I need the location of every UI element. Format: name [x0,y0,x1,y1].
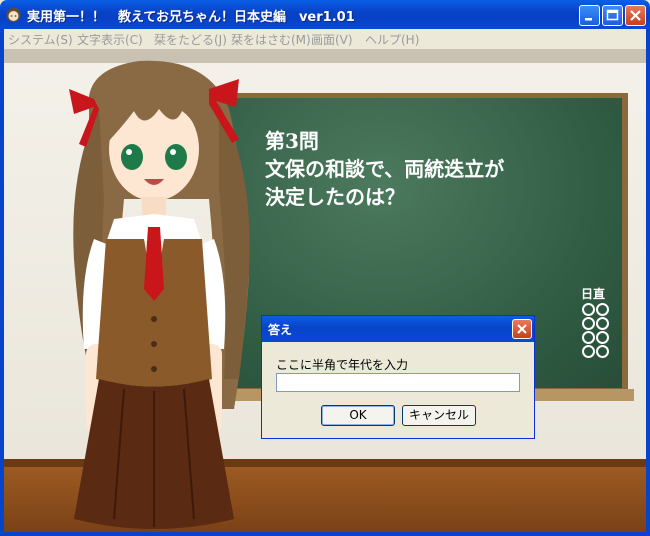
window-title: 実用第一！！ 教えてお兄ちゃん！日本史編 ver1.01 [27,10,355,25]
score-label: 日直 [581,287,606,301]
score-circle-icon [582,303,595,316]
game-scene[interactable]: 第3問 文保の和談で、両統迭立が 決定したのは？ 日直 答え ここに半角で年代を… [4,49,646,532]
answer-input[interactable] [276,373,520,392]
score-circle-icon [596,303,609,316]
dialog-title: 答え [268,323,293,337]
close-icon [630,10,641,21]
score-circle-icon [596,317,609,330]
window-titlebar[interactable]: 実用第一！！ 教えてお兄ちゃん！日本史編 ver1.01 [0,0,650,29]
minimize-icon [585,18,592,21]
score-circle-icon [582,331,595,344]
window-frame-right [646,29,650,536]
girl-face-icon [6,8,21,22]
ok-button[interactable]: OK [321,405,395,426]
menu-save-bookmark[interactable]: 栞をはさむ(M) [231,31,311,48]
close-button[interactable] [625,5,646,26]
menu-view[interactable]: 画面(V) [311,31,353,48]
score-circle-icon [596,345,609,358]
menu-bar: システム(S) 文字表示(C) 栞をたどる(J) 栞をはさむ(M) 画面(V) … [0,29,650,49]
score-circle-icon [582,345,595,358]
answer-dialog: 答え ここに半角で年代を入力 OK キャンセル [261,315,535,439]
minimize-button[interactable] [579,5,600,26]
score-circle-icon [596,331,609,344]
window-frame-bottom [0,532,650,536]
menu-load-bookmark[interactable]: 栞をたどる(J) [154,31,227,48]
menu-help[interactable]: ヘルプ(H) [365,31,419,48]
menu-system[interactable]: システム(S) [8,31,73,48]
dialog-titlebar[interactable]: 答え [262,316,534,342]
cancel-button[interactable]: キャンセル [402,405,476,426]
close-icon [517,324,527,334]
character-sprite [69,60,250,529]
maximize-icon [606,9,619,21]
answer-prompt: ここに半角で年代を入力 [276,358,409,372]
maximize-button[interactable] [602,5,623,26]
dialog-close-button[interactable] [512,319,532,339]
menu-text-display[interactable]: 文字表示(C) [77,31,143,48]
score-circle-icon [582,317,595,330]
